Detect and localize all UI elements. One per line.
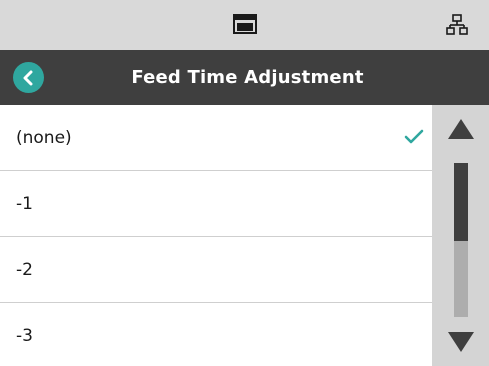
back-arrow-icon xyxy=(21,70,37,86)
option-list: (none) -1 -2 -3 xyxy=(0,105,432,366)
list-item-minus-3[interactable]: -3 xyxy=(0,303,432,366)
list-item-none[interactable]: (none) xyxy=(0,105,432,171)
list-item-minus-2[interactable]: -2 xyxy=(0,237,432,303)
list-item-label: -3 xyxy=(16,326,33,346)
scroll-thumb[interactable] xyxy=(454,163,468,241)
list-item-label: -1 xyxy=(16,194,33,214)
network-icon xyxy=(446,14,468,40)
checkmark-icon xyxy=(404,129,424,149)
back-button[interactable] xyxy=(13,62,44,93)
list-item-minus-1[interactable]: -1 xyxy=(0,171,432,237)
status-bar xyxy=(0,0,489,50)
page-title: Feed Time Adjustment xyxy=(131,67,364,88)
scrollbar[interactable] xyxy=(432,105,489,366)
list-item-label: (none) xyxy=(16,128,72,148)
window-icon xyxy=(233,14,257,38)
scroll-up-arrow-icon xyxy=(446,117,476,141)
title-bar: Feed Time Adjustment xyxy=(0,50,489,105)
scroll-down-arrow-icon xyxy=(446,330,476,354)
list-item-label: -2 xyxy=(16,260,33,280)
scroll-up-button[interactable] xyxy=(432,105,489,153)
scroll-down-button[interactable] xyxy=(432,318,489,366)
scroll-track[interactable] xyxy=(454,163,468,317)
